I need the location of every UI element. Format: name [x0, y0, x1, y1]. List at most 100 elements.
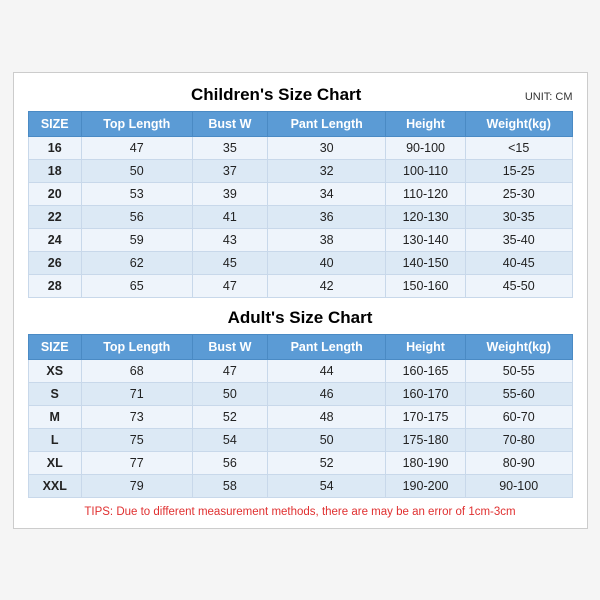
table-cell: 170-175 — [386, 405, 466, 428]
table-cell: 140-150 — [386, 251, 466, 274]
table-cell: 32 — [268, 159, 386, 182]
table-cell: 56 — [81, 205, 192, 228]
table-cell: XS — [28, 359, 81, 382]
table-cell: 30 — [268, 136, 386, 159]
table-cell: 35-40 — [465, 228, 572, 251]
tips-text: TIPS: Due to different measurement metho… — [28, 506, 573, 518]
table-cell: 15-25 — [465, 159, 572, 182]
table-cell: 16 — [28, 136, 81, 159]
table-row: XS684744160-16550-55 — [28, 359, 572, 382]
table-row: 26624540140-15040-45 — [28, 251, 572, 274]
table-cell: 55-60 — [465, 382, 572, 405]
table-cell: 40 — [268, 251, 386, 274]
table-cell: 54 — [268, 474, 386, 497]
table-cell: 110-120 — [386, 182, 466, 205]
adult-chart-title: Adult's Size Chart — [28, 308, 573, 328]
table-cell: 77 — [81, 451, 192, 474]
table-row: 1647353090-100<15 — [28, 136, 572, 159]
table-cell: 50-55 — [465, 359, 572, 382]
adult-col-bust: Bust W — [192, 334, 268, 359]
table-cell: 90-100 — [465, 474, 572, 497]
table-cell: M — [28, 405, 81, 428]
children-title-row: Children's Size Chart UNIT: CM — [28, 85, 573, 105]
table-row: 20533934110-12025-30 — [28, 182, 572, 205]
children-chart-title: Children's Size Chart — [28, 85, 525, 105]
table-cell: 50 — [268, 428, 386, 451]
table-cell: L — [28, 428, 81, 451]
table-cell: S — [28, 382, 81, 405]
table-cell: 120-130 — [386, 205, 466, 228]
adult-title-row: Adult's Size Chart — [28, 308, 573, 328]
table-cell: 20 — [28, 182, 81, 205]
table-cell: 50 — [81, 159, 192, 182]
table-cell: 47 — [81, 136, 192, 159]
table-row: XXL795854190-20090-100 — [28, 474, 572, 497]
table-cell: 56 — [192, 451, 268, 474]
table-cell: 48 — [268, 405, 386, 428]
table-cell: 40-45 — [465, 251, 572, 274]
adult-col-size: SIZE — [28, 334, 81, 359]
table-cell: 37 — [192, 159, 268, 182]
table-cell: 60-70 — [465, 405, 572, 428]
adult-col-top-length: Top Length — [81, 334, 192, 359]
table-cell: 79 — [81, 474, 192, 497]
table-cell: 41 — [192, 205, 268, 228]
table-cell: 90-100 — [386, 136, 466, 159]
table-cell: 65 — [81, 274, 192, 297]
unit-label: UNIT: CM — [525, 91, 573, 103]
table-cell: 42 — [268, 274, 386, 297]
table-cell: 75 — [81, 428, 192, 451]
children-col-pant: Pant Length — [268, 111, 386, 136]
table-cell: 45 — [192, 251, 268, 274]
adult-col-weight: Weight(kg) — [465, 334, 572, 359]
table-cell: 52 — [192, 405, 268, 428]
table-cell: 46 — [268, 382, 386, 405]
table-row: M735248170-17560-70 — [28, 405, 572, 428]
table-cell: 62 — [81, 251, 192, 274]
children-header-row: SIZE Top Length Bust W Pant Length Heigh… — [28, 111, 572, 136]
table-cell: 24 — [28, 228, 81, 251]
table-row: 28654742150-16045-50 — [28, 274, 572, 297]
table-cell: 53 — [81, 182, 192, 205]
table-cell: 150-160 — [386, 274, 466, 297]
table-cell: 160-165 — [386, 359, 466, 382]
table-cell: 68 — [81, 359, 192, 382]
adult-col-pant: Pant Length — [268, 334, 386, 359]
table-cell: 71 — [81, 382, 192, 405]
table-cell: 52 — [268, 451, 386, 474]
adult-size-table: SIZE Top Length Bust W Pant Length Heigh… — [28, 334, 573, 498]
table-cell: 30-35 — [465, 205, 572, 228]
table-cell: 190-200 — [386, 474, 466, 497]
table-cell: 38 — [268, 228, 386, 251]
table-cell: 28 — [28, 274, 81, 297]
table-cell: 45-50 — [465, 274, 572, 297]
table-cell: 26 — [28, 251, 81, 274]
table-row: S715046160-17055-60 — [28, 382, 572, 405]
children-size-table: SIZE Top Length Bust W Pant Length Heigh… — [28, 111, 573, 298]
table-row: 22564136120-13030-35 — [28, 205, 572, 228]
adult-header-row: SIZE Top Length Bust W Pant Length Heigh… — [28, 334, 572, 359]
children-col-top-length: Top Length — [81, 111, 192, 136]
table-cell: 160-170 — [386, 382, 466, 405]
table-cell: 100-110 — [386, 159, 466, 182]
table-cell: 18 — [28, 159, 81, 182]
table-cell: 43 — [192, 228, 268, 251]
table-cell: 175-180 — [386, 428, 466, 451]
children-col-size: SIZE — [28, 111, 81, 136]
table-cell: 34 — [268, 182, 386, 205]
table-cell: <15 — [465, 136, 572, 159]
children-col-height: Height — [386, 111, 466, 136]
table-cell: 25-30 — [465, 182, 572, 205]
table-cell: 35 — [192, 136, 268, 159]
table-cell: 47 — [192, 359, 268, 382]
table-cell: 130-140 — [386, 228, 466, 251]
table-row: 18503732100-11015-25 — [28, 159, 572, 182]
table-cell: 80-90 — [465, 451, 572, 474]
table-row: L755450175-18070-80 — [28, 428, 572, 451]
adult-col-height: Height — [386, 334, 466, 359]
table-cell: XL — [28, 451, 81, 474]
table-cell: 36 — [268, 205, 386, 228]
table-cell: 73 — [81, 405, 192, 428]
table-cell: 50 — [192, 382, 268, 405]
table-cell: 22 — [28, 205, 81, 228]
